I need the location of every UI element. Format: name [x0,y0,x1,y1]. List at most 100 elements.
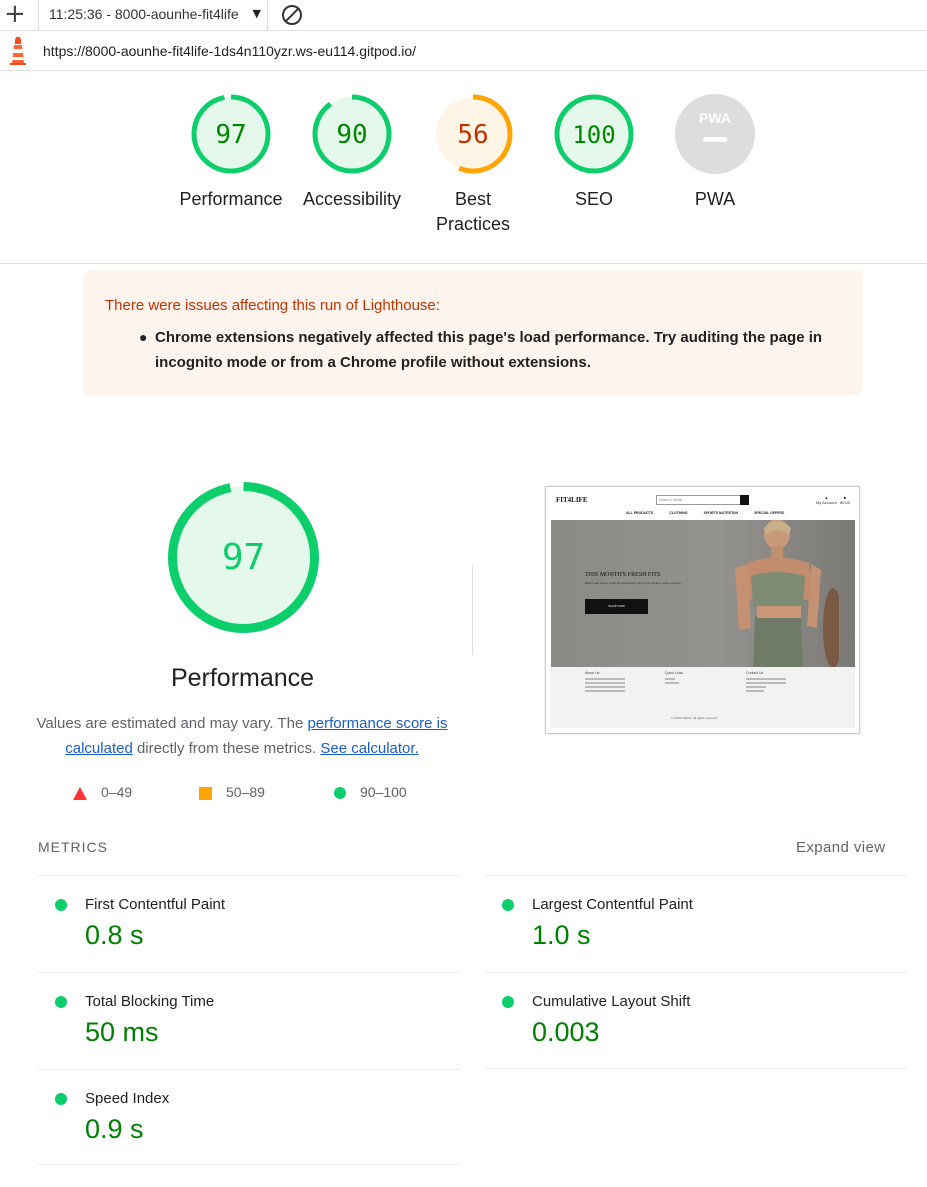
metrics-heading: METRICS [38,839,108,855]
gauge-label: Accessibility [302,189,402,209]
page-url[interactable]: https://8000-aounhe-fit4life-1ds4n110yzr… [43,43,416,59]
lighthouse-logo-icon [10,37,26,65]
thumb-account: ▲ My Account [816,495,837,505]
gauge-accessibility[interactable]: 90 Accessibility [287,94,417,212]
metric-largest-contentful-paint[interactable]: Largest Contentful Paint 1.0 s [485,875,907,972]
warning-title: There were issues affecting this run of … [105,297,440,314]
metric-speed-index[interactable]: Speed Index 0.9 s [38,1069,460,1166]
best-practices-gauge-icon: 56 [433,94,513,174]
pwa-badge-icon: PWA [675,94,755,174]
thumb-footer-heading: About Us [585,671,600,675]
gauge-score: 100 [572,121,615,149]
metric-label: Cumulative Layout Shift [532,993,691,1010]
thumb-bag: ■ $0.00 [840,495,851,505]
warning-item-text: Chrome extensions negatively affected th… [155,329,823,371]
pass-circle-icon [502,996,514,1008]
gauge-label: SEO [574,189,613,209]
pass-circle-icon [502,899,514,911]
performance-gauge-icon: 97 [191,94,271,174]
metric-first-contentful-paint[interactable]: First Contentful Paint 0.8 s [38,875,460,972]
square-icon [199,786,212,800]
warning-item: ● Chrome extensions negatively affected … [139,325,845,375]
thumb-shop-button: SHOP NOW [585,599,648,614]
thumb-logo: FIT4LIFE [556,496,588,504]
thumb-bag-total: $0.00 [840,500,851,505]
gauge-score: 97 [215,120,246,150]
divider [485,1068,907,1069]
thumb-hero-image: THIS MONTH'S FRESH FITS Brand new drops,… [551,520,855,667]
thumb-nav-item: SPECIAL OFFERS [754,511,785,515]
thumb-search-icon [740,495,749,505]
pwa-badge-text: PWA [699,110,731,126]
gauge-seo[interactable]: 100 SEO [529,94,659,212]
report-selector[interactable]: 11:25:36 - 8000-aounhe-fit4life ▼ [38,0,268,31]
metric-cumulative-layout-shift[interactable]: Cumulative Layout Shift 0.003 [485,972,907,1069]
legend-fail: 0–49 [73,784,132,800]
thumb-nav: ALL PRODUCTS CLOTHING SPORTS NUTRITION SPEC… [626,511,806,515]
gauge-label: Performance [179,189,283,209]
triangle-icon [73,786,87,800]
metric-label: Speed Index [85,1090,170,1107]
expand-view-button[interactable]: Expand view [796,839,885,856]
performance-description: Values are estimated and may vary. The p… [32,711,452,761]
legend-pass: 90–100 [334,784,407,800]
gauge-performance[interactable]: 97 Performance [166,94,296,212]
pass-circle-icon [55,996,67,1008]
seo-gauge-icon: 100 [554,94,634,174]
performance-large-gauge: 97 [168,482,319,633]
legend-range: 0–49 [101,784,133,800]
thumb-copyright: © 2023 Fit4Life. All rights reserved. [671,716,718,720]
metric-label: First Contentful Paint [85,896,226,913]
metric-label: Total Blocking Time [85,993,215,1010]
metric-value: 0.003 [532,1017,600,1047]
thumb-footer-heading: Contact Us [746,671,764,675]
tab-bar: + 11:25:36 - 8000-aounhe-fit4life ▼ [0,0,927,31]
gauge-score: 90 [336,120,367,150]
thumb-footer-col: Quick Links [665,671,683,684]
gauge-best-practices[interactable]: 56 Best Practices [408,94,538,237]
thumb-hero-title: THIS MONTH'S FRESH FITS [585,572,661,578]
metric-label: Largest Contentful Paint [532,896,693,913]
thumb-nav-item: CLOTHING [669,511,688,515]
metric-value: 50 ms [85,1017,159,1047]
thumb-nav-item: ALL PRODUCTS [626,511,654,515]
gauge-score: 56 [457,120,488,150]
report-selector-label: 11:25:36 - 8000-aounhe-fit4life [49,6,239,22]
score-gauges: 97 Performance 90 Accessibility 56 Best … [0,72,927,264]
thumb-footer-heading: Quick Links [665,671,684,675]
clear-block-icon[interactable] [282,5,302,25]
new-tab-plus-icon[interactable]: + [4,1,26,27]
desc-text: Values are estimated and may vary. The [36,715,308,732]
thumb-search-input: Search Store [656,495,742,505]
thumb-hero-subtitle: Brand new drops, fresh fits designed to … [585,581,682,585]
warning-box: There were issues affecting this run of … [83,270,863,395]
divider [472,565,473,655]
thumb-footer: About Us Quick Links Contact Us © 2023 F… [551,667,855,728]
thumb-footer-col: About Us [585,671,625,692]
gauge-label: PWA [694,189,736,209]
legend-range: 50–89 [226,784,265,800]
legend-average: 50–89 [199,784,265,800]
performance-title: Performance [170,664,315,692]
pass-circle-icon [55,1093,67,1105]
gauge-label: Best Practices [435,189,511,234]
thumb-nav-item: SPORTS NUTRITION [703,511,739,515]
url-bar: https://8000-aounhe-fit4life-1ds4n110yzr… [0,31,927,71]
divider [38,1164,460,1165]
thumb-account-label: My Account [816,500,837,505]
see-calculator-link[interactable]: See calculator. [320,740,418,757]
thumb-footer-col: Contact Us [746,671,786,692]
accessibility-gauge-icon: 90 [312,94,392,174]
pass-circle-icon [55,899,67,911]
metric-value: 0.8 s [85,920,144,950]
metric-total-blocking-time[interactable]: Total Blocking Time 50 ms [38,972,460,1069]
thumb-model-photo [735,520,839,667]
final-screenshot-thumbnail[interactable]: FIT4LIFE Search Store ▲ My Account ■ $0.00… [545,486,860,734]
caret-down-icon[interactable]: ▼ [253,7,261,20]
legend-range: 90–100 [360,784,407,800]
metric-value: 0.9 s [85,1114,144,1144]
gauge-pwa[interactable]: PWA PWA [650,94,780,212]
circle-icon [334,787,346,800]
desc-text: directly from these metrics. [132,740,321,757]
metric-value: 1.0 s [532,920,591,950]
